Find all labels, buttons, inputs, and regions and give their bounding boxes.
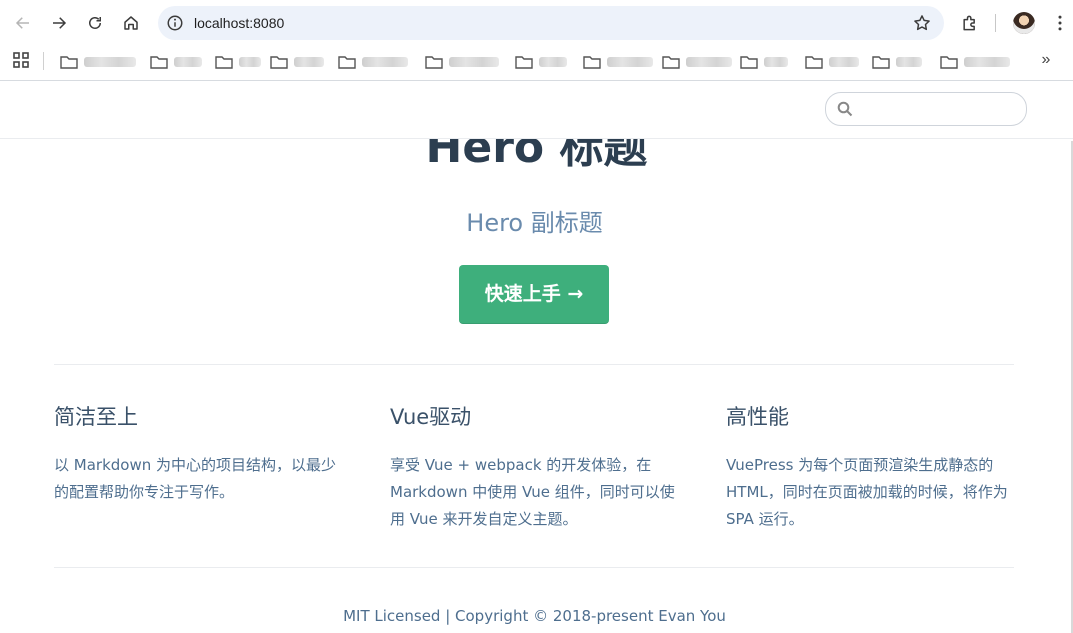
bookmark-folder[interactable] bbox=[270, 54, 324, 70]
bookmark-folder[interactable] bbox=[150, 54, 202, 70]
feature-title: 简洁至上 bbox=[54, 405, 138, 429]
feature-card: 简洁至上 以 Markdown 为中心的项目结构，以最少的配置帮助你专注于写作。 bbox=[54, 399, 342, 506]
folder-icon bbox=[515, 56, 533, 69]
url-text[interactable]: localhost:8080 bbox=[194, 6, 284, 40]
forward-icon bbox=[53, 17, 67, 29]
search-input[interactable] bbox=[860, 97, 1020, 123]
folder-icon bbox=[583, 56, 601, 69]
back-button[interactable] bbox=[11, 11, 35, 35]
search-icon bbox=[837, 101, 853, 117]
bookmark-folder[interactable] bbox=[215, 54, 261, 70]
reload-icon bbox=[89, 17, 101, 29]
feature-details: VuePress 为每个页面预渲染生成静态的 HTML，同时在页面被加载的时候，… bbox=[726, 456, 1008, 528]
hero-subtitle: Hero 副标题 bbox=[466, 209, 603, 237]
feature-details: 以 Markdown 为中心的项目结构，以最少的配置帮助你专注于写作。 bbox=[54, 456, 336, 501]
folder-icon bbox=[338, 56, 356, 69]
bookmark-folder[interactable] bbox=[662, 54, 732, 70]
bookmark-folder[interactable] bbox=[425, 54, 499, 70]
site-info-icon[interactable] bbox=[166, 14, 184, 32]
browser-menu-button[interactable] bbox=[1048, 11, 1072, 35]
forward-button[interactable] bbox=[47, 11, 71, 35]
footer-divider bbox=[54, 567, 1014, 568]
home-icon bbox=[124, 16, 138, 30]
extensions-icon bbox=[963, 15, 975, 31]
back-icon bbox=[15, 17, 29, 29]
bookmark-folder[interactable] bbox=[940, 54, 1010, 70]
browser-toolbar: localhost:8080 bbox=[0, 0, 1073, 46]
feature-card: 高性能 VuePress 为每个页面预渲染生成静态的 HTML，同时在页面被加载… bbox=[726, 399, 1014, 533]
feature-title: 高性能 bbox=[726, 405, 789, 429]
folder-icon bbox=[425, 56, 443, 69]
bookmarks-separator bbox=[43, 52, 44, 70]
folder-icon bbox=[805, 56, 823, 69]
bookmark-folder[interactable] bbox=[583, 54, 653, 70]
bookmark-folder[interactable] bbox=[805, 54, 859, 70]
site-navbar bbox=[0, 81, 1073, 139]
bookmark-folder[interactable] bbox=[60, 54, 136, 70]
bookmarks-overflow-button[interactable]: » bbox=[1036, 51, 1056, 69]
address-bar[interactable]: localhost:8080 bbox=[158, 6, 944, 40]
apps-grid-icon[interactable] bbox=[13, 52, 29, 68]
folder-icon bbox=[215, 56, 233, 69]
feature-details: 享受 Vue + webpack 的开发体验，在 Markdown 中使用 Vu… bbox=[390, 456, 675, 528]
page-viewport: Hero 标题 Hero 副标题 快速上手 → 简洁至上 以 Markdown … bbox=[0, 81, 1073, 633]
toolbar-divider bbox=[995, 14, 996, 32]
bookmark-folder[interactable] bbox=[515, 54, 567, 70]
reload-button[interactable] bbox=[83, 11, 107, 35]
feature-title: Vue驱动 bbox=[390, 405, 472, 429]
bookmark-star-icon[interactable] bbox=[912, 13, 932, 33]
menu-kebab-icon bbox=[1058, 15, 1062, 31]
features-divider-top bbox=[54, 364, 1014, 365]
bookmark-folder[interactable] bbox=[338, 54, 408, 70]
folder-icon bbox=[872, 56, 890, 69]
home-button[interactable] bbox=[119, 11, 143, 35]
folder-icon bbox=[740, 56, 758, 69]
folder-icon bbox=[60, 56, 78, 69]
folder-icon bbox=[662, 56, 680, 69]
site-search-box[interactable] bbox=[825, 92, 1027, 126]
profile-avatar[interactable] bbox=[1013, 12, 1035, 34]
extensions-button[interactable] bbox=[958, 11, 982, 35]
folder-icon bbox=[940, 56, 958, 69]
get-started-button[interactable]: 快速上手 → bbox=[459, 265, 609, 324]
bookmark-folder[interactable] bbox=[872, 54, 922, 70]
feature-card: Vue驱动 享受 Vue + webpack 的开发体验，在 Markdown … bbox=[390, 399, 678, 533]
folder-icon bbox=[150, 56, 168, 69]
bookmark-folder[interactable] bbox=[740, 54, 788, 70]
footer-text: MIT Licensed | Copyright © 2018-present … bbox=[343, 607, 726, 625]
folder-icon bbox=[270, 56, 288, 69]
